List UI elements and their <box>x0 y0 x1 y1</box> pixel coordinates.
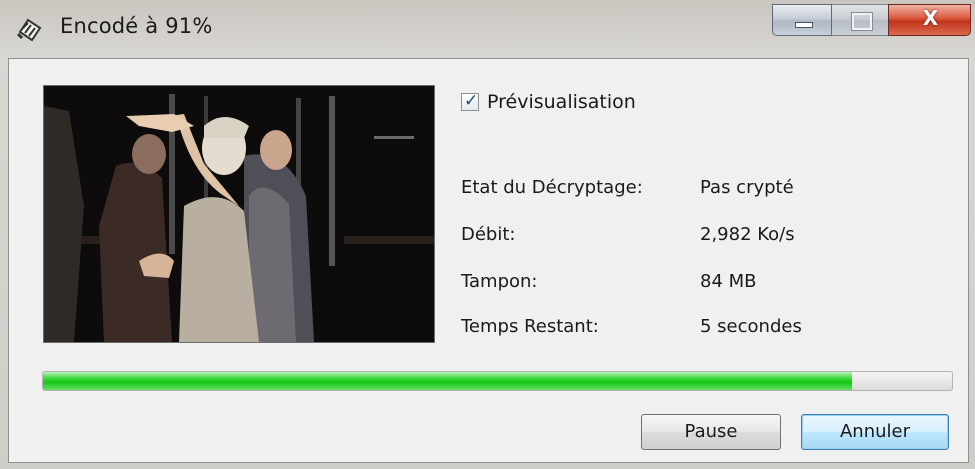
caption-buttons: X <box>772 4 972 38</box>
maximize-icon <box>852 13 872 30</box>
encoding-progress-bar <box>42 371 953 391</box>
time-remaining-value: 5 secondes <box>700 316 802 337</box>
minimize-button[interactable] <box>772 4 832 36</box>
clapperboard-icon <box>16 18 42 42</box>
time-remaining-label: Temps Restant: <box>461 316 599 337</box>
preview-checkbox-label[interactable]: Prévisualisation <box>487 91 636 113</box>
cancel-button[interactable]: Annuler <box>801 414 949 450</box>
bitrate-value: 2,982 Ko/s <box>700 224 795 245</box>
preview-frame-image <box>44 86 434 342</box>
bitrate-label: Débit: <box>461 224 516 245</box>
buffer-value: 84 MB <box>700 271 757 292</box>
decryption-state-value: Pas crypté <box>700 177 794 198</box>
maximize-button[interactable] <box>831 4 889 36</box>
dialog-body: ✓ Prévisualisation Etat du Décryptage: P… <box>8 58 969 463</box>
title-bar[interactable]: Encodé à 91% X <box>0 0 975 58</box>
checkmark-icon: ✓ <box>464 91 479 111</box>
decryption-state-label: Etat du Décryptage: <box>461 177 643 198</box>
encoding-window: Encodé à 91% X ✓ Prévisualisation Etat d… <box>0 0 975 469</box>
window-title: Encodé à 91% <box>60 14 213 38</box>
minimize-icon <box>795 22 813 28</box>
buffer-label: Tampon: <box>461 271 538 292</box>
close-button[interactable]: X <box>888 4 971 36</box>
progress-fill <box>43 372 852 390</box>
video-preview <box>43 85 435 343</box>
preview-checkbox[interactable]: ✓ <box>461 91 479 111</box>
close-icon: X <box>922 6 939 30</box>
pause-button[interactable]: Pause <box>641 414 781 450</box>
